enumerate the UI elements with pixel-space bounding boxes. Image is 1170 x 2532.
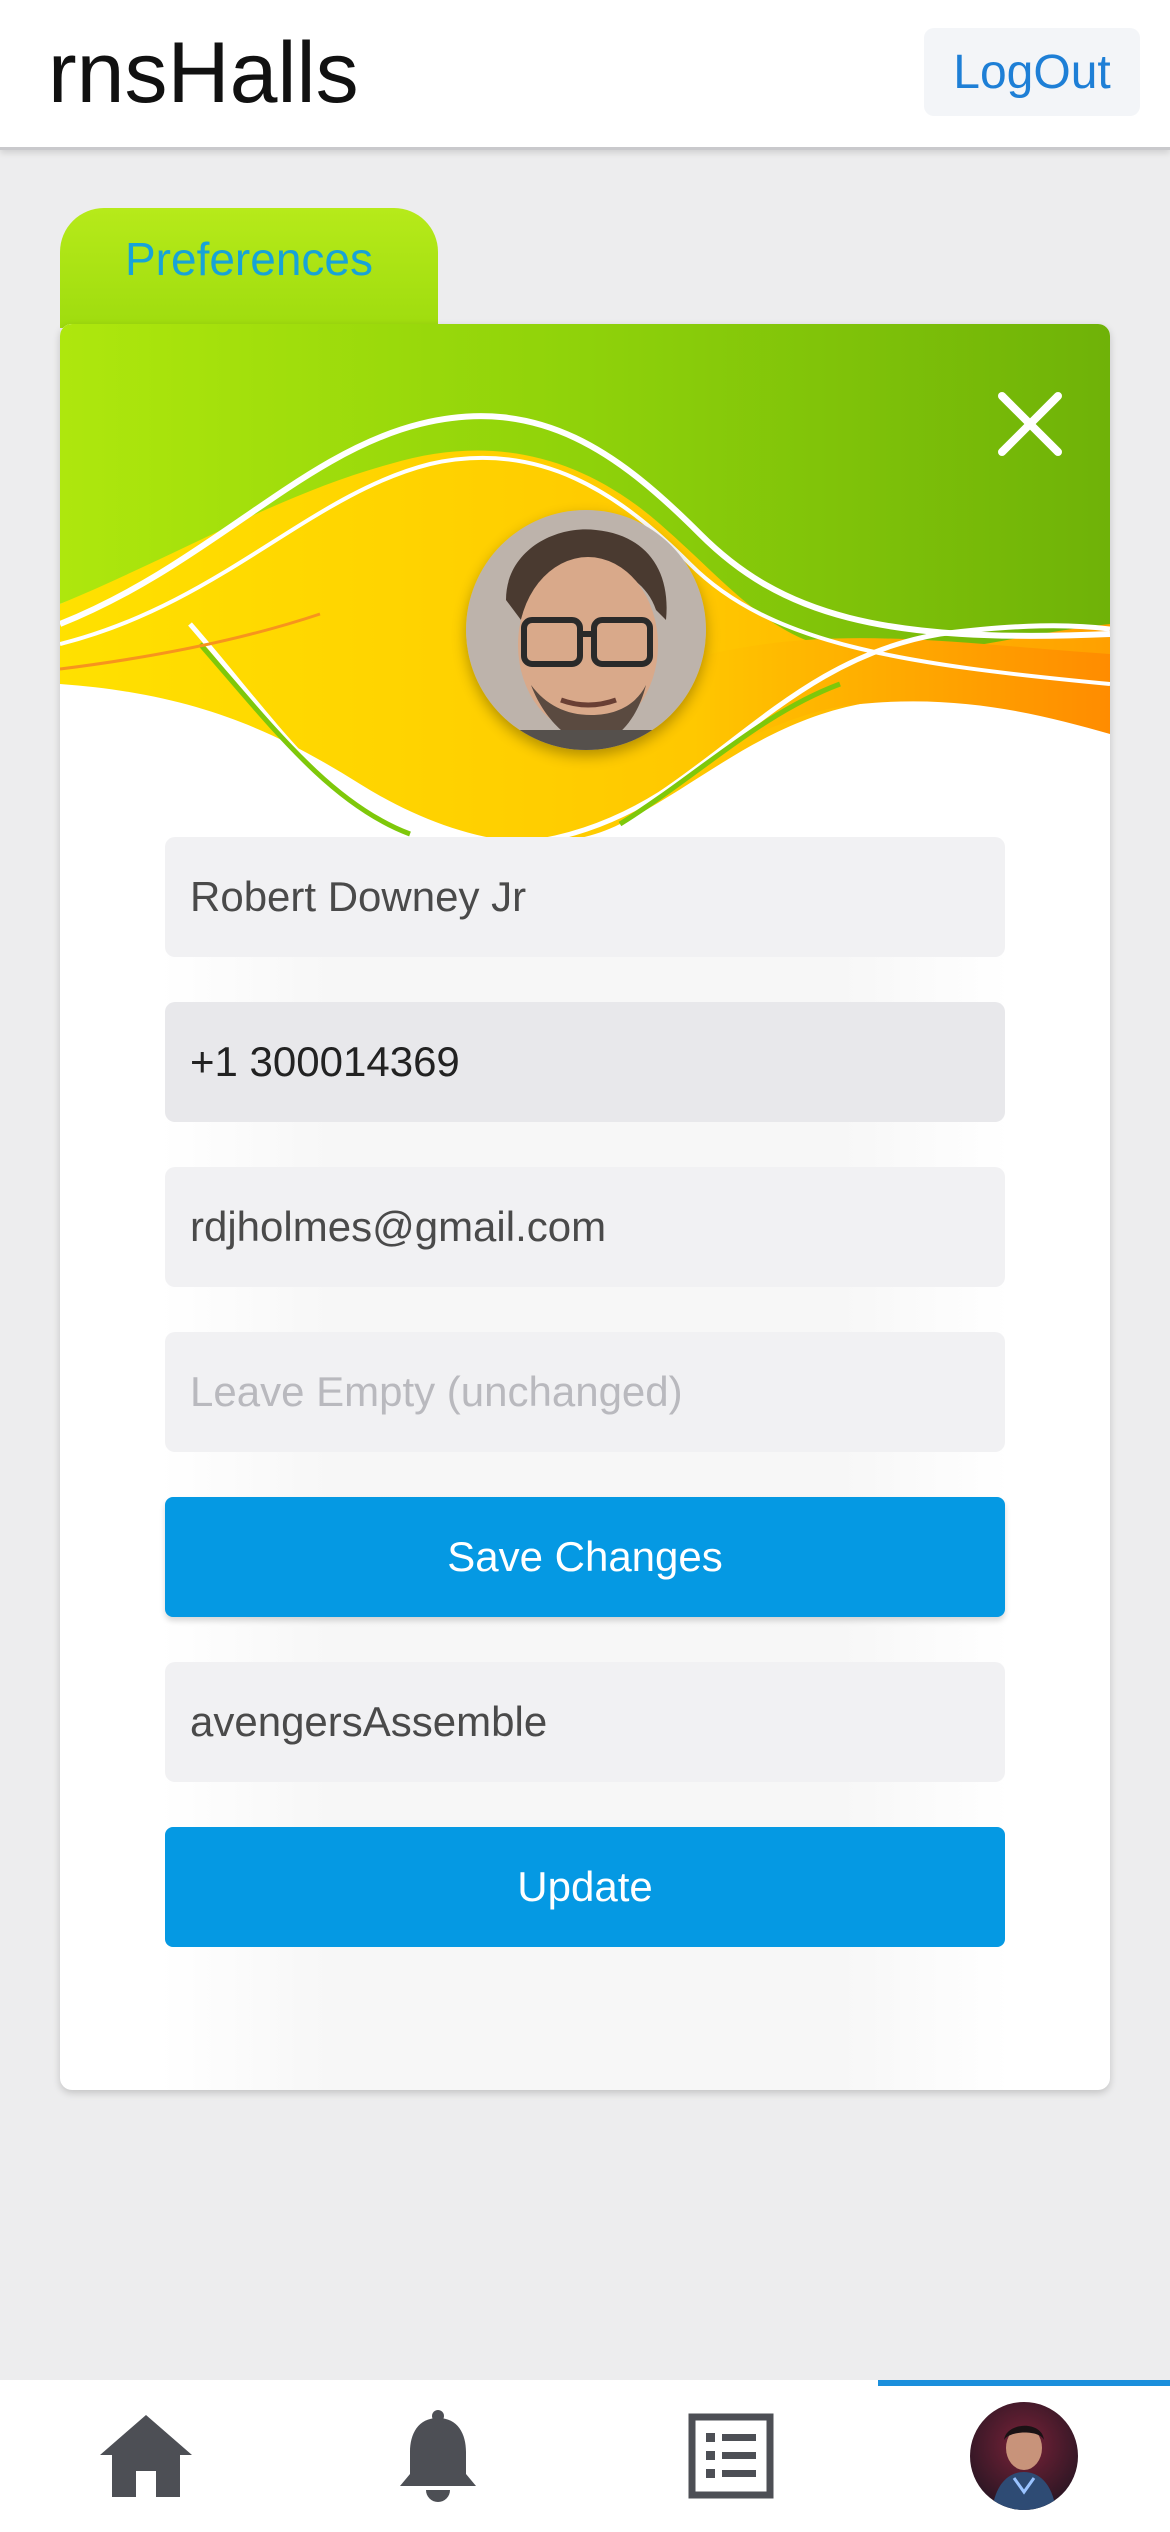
logout-button[interactable]: LogOut [924,28,1140,116]
bottom-navigation [0,2380,1170,2532]
save-changes-button[interactable]: Save Changes [165,1497,1005,1617]
secret-field[interactable]: avengersAssemble [165,1662,1005,1782]
list-icon [688,2413,774,2499]
avatar-portrait-image [466,510,706,750]
nav-notifications[interactable] [292,2380,584,2532]
top-app-bar: rnsHalls LogOut [0,0,1170,150]
profile-card: Robert Downey Jr +1 300014369 rdjholmes@… [60,324,1110,2090]
user-avatar-image [970,2402,1078,2510]
nav-home[interactable] [0,2380,292,2532]
phone-field[interactable]: +1 300014369 [165,1002,1005,1122]
profile-avatar [970,2402,1078,2510]
password-field[interactable]: Leave Empty (unchanged) [165,1332,1005,1452]
nav-profile[interactable] [878,2380,1170,2532]
name-field[interactable]: Robert Downey Jr [165,837,1005,957]
tab-preferences-label: Preferences [124,233,373,285]
profile-avatar[interactable] [466,510,706,750]
nav-list[interactable] [585,2380,877,2532]
home-icon [100,2415,192,2497]
email-field[interactable]: rdjholmes@gmail.com [165,1167,1005,1287]
close-icon[interactable] [980,374,1080,474]
bell-icon [400,2410,476,2502]
app-title: rnsHalls [48,25,359,121]
update-button[interactable]: Update [165,1827,1005,1947]
